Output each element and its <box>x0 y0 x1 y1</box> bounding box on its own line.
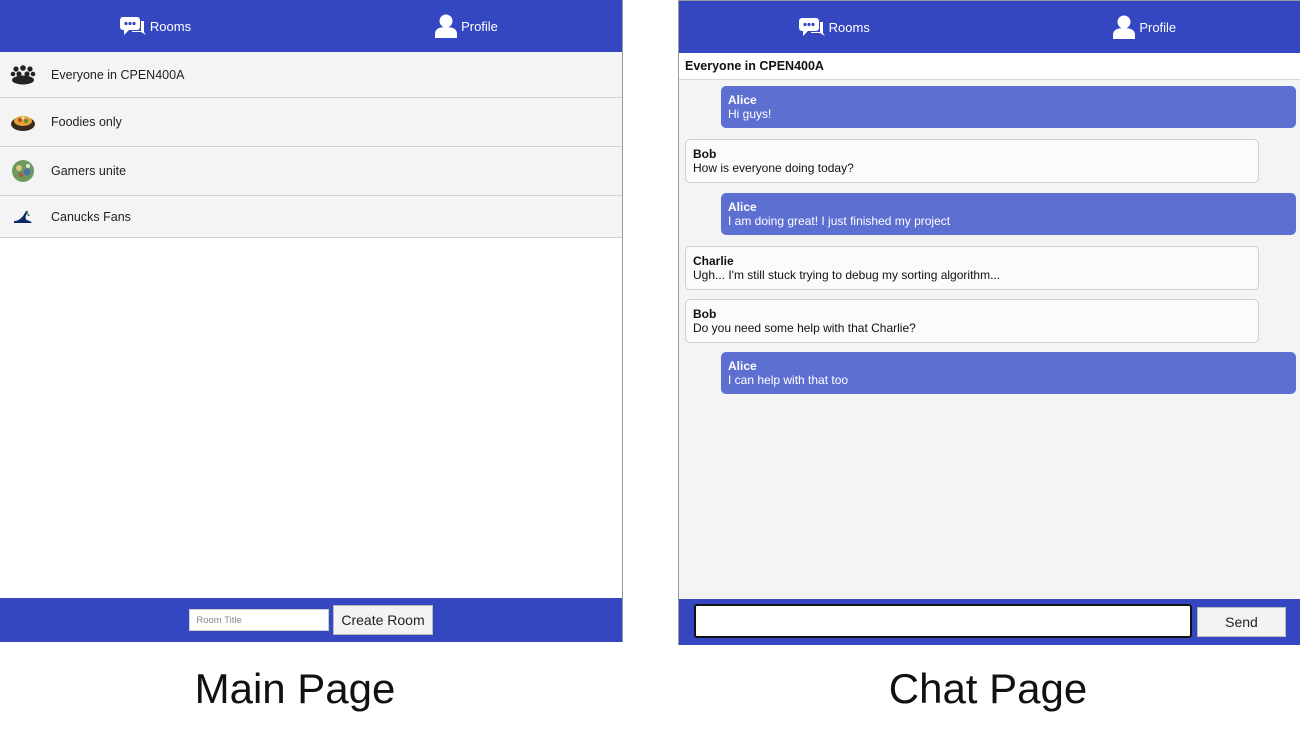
group-icon <box>10 62 36 88</box>
message-author: Alice <box>728 93 757 107</box>
nav-profile-label: Profile <box>461 18 498 34</box>
message-text: I can help with that too <box>728 373 849 387</box>
nav-profile[interactable]: Profile <box>311 14 622 38</box>
main-page-panel: Rooms Profile Everyone in CPEN400A Foodi… <box>0 0 623 642</box>
message-own: Alice I can help with that too <box>721 352 1296 394</box>
create-room-button[interactable]: Create Room <box>333 605 433 635</box>
nav-profile[interactable]: Profile <box>990 15 1300 39</box>
message-text: I am doing great! I just finished my pro… <box>728 214 951 228</box>
message-other: Bob Do you need some help with that Char… <box>685 299 1259 343</box>
message-author: Charlie <box>693 254 734 268</box>
message-other: Bob How is everyone doing today? <box>685 139 1259 183</box>
room-title-input[interactable] <box>189 609 330 631</box>
chat-room-title: Everyone in CPEN400A <box>679 53 1300 80</box>
room-list-item[interactable]: Canucks Fans <box>0 196 622 238</box>
game-controller-icon <box>10 158 36 184</box>
room-list: Everyone in CPEN400A Foodies only Gamers… <box>0 52 622 238</box>
message-text: How is everyone doing today? <box>693 161 854 175</box>
top-navigation: Rooms Profile <box>679 1 1300 53</box>
chat-bubbles-icon <box>798 17 825 37</box>
nav-rooms[interactable]: Rooms <box>679 17 990 37</box>
room-name: Canucks Fans <box>51 209 131 224</box>
nav-profile-label: Profile <box>1139 19 1177 35</box>
room-name: Foodies only <box>51 115 122 129</box>
main-page-caption: Main Page <box>194 665 396 712</box>
food-bowl-icon <box>10 109 36 135</box>
nav-rooms-label: Rooms <box>828 19 870 35</box>
nav-rooms[interactable]: Rooms <box>0 16 311 36</box>
chat-page-caption: Chat Page <box>888 665 1088 712</box>
message-own: Alice Hi guys! <box>721 86 1296 128</box>
nav-rooms-label: Rooms <box>149 18 192 34</box>
top-navigation: Rooms Profile <box>0 0 622 52</box>
room-name: Everyone in CPEN400A <box>51 67 185 82</box>
user-icon <box>435 14 458 38</box>
message-author: Alice <box>728 359 757 373</box>
message-own: Alice I am doing great! I just finished … <box>721 193 1296 235</box>
user-icon <box>1113 15 1136 39</box>
message-text: Hi guys! <box>728 107 772 121</box>
room-name: Gamers unite <box>51 164 127 178</box>
message-author: Bob <box>693 147 717 161</box>
room-list-item[interactable]: Everyone in CPEN400A <box>0 52 622 98</box>
message-input[interactable] <box>694 604 1192 638</box>
chat-page-panel: Rooms Profile Everyone in CPEN400A Alice… <box>678 0 1300 645</box>
room-list-item[interactable]: Gamers unite <box>0 147 622 196</box>
send-button[interactable]: Send <box>1197 607 1286 637</box>
canucks-logo-icon <box>10 204 36 230</box>
message-other: Charlie Ugh... I'm still stuck trying to… <box>685 246 1259 290</box>
message-text: Do you need some help with that Charlie? <box>693 321 916 335</box>
message-author: Alice <box>728 200 757 214</box>
create-room-bar: Create Room <box>0 598 622 642</box>
chat-bubbles-icon <box>119 16 146 36</box>
room-list-item[interactable]: Foodies only <box>0 98 622 147</box>
message-text: Ugh... I'm still stuck trying to debug m… <box>693 268 1001 282</box>
message-composer: Send <box>679 599 1300 645</box>
message-author: Bob <box>693 307 717 321</box>
